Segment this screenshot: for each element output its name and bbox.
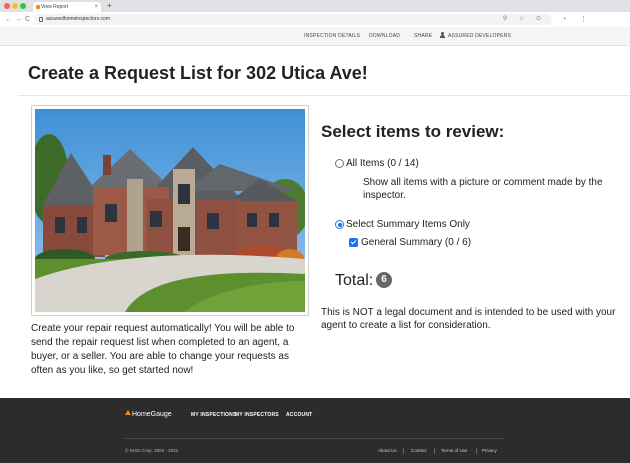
- footer-about-us[interactable]: About Us: [378, 447, 397, 455]
- browser-tab[interactable]: View Report ×: [33, 2, 101, 12]
- homegauge-logo[interactable]: HomeGauge: [125, 410, 172, 420]
- browser-chrome: View Report × + ← → C assuredhomeinspect…: [0, 0, 630, 27]
- general-summary-checkbox[interactable]: [349, 238, 358, 247]
- all-items-description: Show all items with a picture or comment…: [363, 177, 603, 201]
- nav-assured-label: ASSURED DEVELOPERS: [448, 33, 512, 39]
- summary-items-label[interactable]: Select Summary Items Only: [346, 219, 470, 231]
- divider: [18, 95, 630, 96]
- lock-icon: [39, 17, 43, 22]
- select-items-heading: Select items to review:: [321, 122, 505, 141]
- tab-title: View Report: [41, 4, 69, 10]
- all-items-radio[interactable]: [335, 159, 344, 168]
- footer-separator: [434, 448, 435, 454]
- house-photo: [31, 105, 309, 316]
- address-bar[interactable]: assuredhomeinspectors.com ⚲ ☆ ⊙: [34, 14, 552, 25]
- footer-separator: [403, 448, 404, 454]
- legal-disclaimer: This is NOT a legal document and is inte…: [321, 307, 616, 331]
- back-arrow-icon[interactable]: ←: [5, 15, 12, 24]
- maximize-window-button[interactable]: [20, 3, 26, 9]
- favicon-icon: [36, 5, 40, 9]
- tab-strip: View Report × +: [0, 0, 630, 12]
- house-image: [35, 109, 305, 312]
- tab-close-icon[interactable]: ×: [94, 2, 98, 12]
- footer: HomeGauge MY INSPECTIONS MY INSPECTORS A…: [0, 398, 630, 463]
- omnibox-action-icons[interactable]: ⚲ ☆ ⊙: [503, 14, 546, 25]
- total-label: Total:: [335, 272, 374, 289]
- minimize-window-button[interactable]: [12, 3, 18, 9]
- reload-icon[interactable]: C: [25, 15, 30, 24]
- footer-my-inspectors[interactable]: MY INSPECTORS: [235, 410, 279, 420]
- footer-privacy[interactable]: Privacy: [482, 447, 497, 455]
- footer-contact[interactable]: Contact: [411, 447, 427, 455]
- repair-request-blurb: Create your repair request automatically…: [31, 323, 295, 376]
- footer-my-inspections[interactable]: MY INSPECTIONS: [191, 410, 237, 420]
- all-items-label[interactable]: All Items (0 / 14): [346, 158, 419, 170]
- total-count-badge: 6: [376, 272, 392, 288]
- general-summary-label[interactable]: General Summary (0 / 6): [361, 237, 471, 249]
- nav-download[interactable]: DOWNLOAD: [369, 27, 400, 46]
- nav-assured-developers[interactable]: ASSURED DEVELOPERS: [440, 27, 511, 46]
- close-window-button[interactable]: [4, 3, 10, 9]
- extension-icons[interactable]: ◔ ⋮: [562, 14, 593, 25]
- site-nav: INSPECTION DETAILS DOWNLOAD SHARE ASSURE…: [0, 27, 630, 46]
- footer-copyright: © SHGI Corp. 2002 - 2021: [125, 448, 179, 453]
- summary-items-radio[interactable]: [335, 220, 344, 229]
- logo-mark-icon: [125, 410, 131, 416]
- footer-separator: [476, 448, 477, 454]
- forward-arrow-icon[interactable]: →: [15, 15, 22, 24]
- page-title: Create a Request List for 302 Utica Ave!: [28, 63, 368, 83]
- nav-share[interactable]: SHARE: [414, 27, 432, 46]
- footer-divider: [124, 438, 504, 439]
- browser-toolbar: ← → C assuredhomeinspectors.com ⚲ ☆ ⊙ ◔ …: [0, 12, 630, 27]
- person-icon: [440, 32, 445, 38]
- footer-logo-text: HomeGauge: [132, 411, 172, 418]
- url-text: assuredhomeinspectors.com: [46, 16, 110, 22]
- footer-account[interactable]: ACCOUNT: [286, 410, 312, 420]
- nav-inspection-details[interactable]: INSPECTION DETAILS: [304, 27, 360, 46]
- footer-terms[interactable]: Terms of Use: [441, 447, 468, 455]
- new-tab-button[interactable]: +: [107, 1, 112, 11]
